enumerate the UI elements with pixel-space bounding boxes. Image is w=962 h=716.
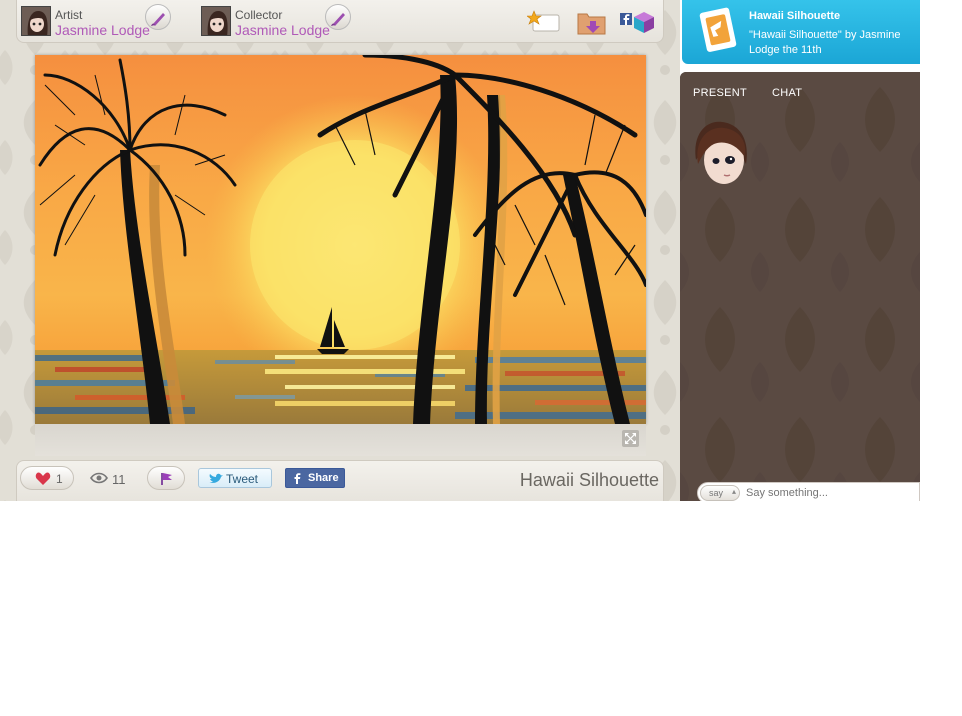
collector-name-link[interactable]: Jasmine Lodge [235, 22, 330, 38]
eye-icon [90, 472, 108, 484]
brush-icon [151, 13, 165, 26]
tweet-label: Tweet [226, 472, 259, 486]
flag-icon [161, 473, 172, 485]
say-mode-select[interactable]: say ▴ [700, 485, 740, 501]
chat-input-bar: say ▴ [697, 482, 920, 501]
artwork-title: Hawaii Silhouette [519, 470, 659, 490]
tweet-button[interactable]: Tweet [198, 468, 272, 488]
action-bar: 1 11 Tweet Share Hawaii Silhouette [16, 460, 664, 501]
brush-icon [331, 13, 345, 26]
collector-brush-button[interactable] [325, 4, 351, 30]
user-avatar[interactable] [690, 120, 750, 188]
right-panel: Hawaii Silhouette "Hawaii Silhouette" by… [680, 0, 920, 501]
artist-avatar[interactable] [21, 6, 51, 36]
favorite-icon [526, 10, 560, 32]
share-label: Share [308, 472, 339, 484]
chevron-up-icon: ▴ [732, 487, 737, 496]
like-count: 1 [56, 472, 63, 486]
facebook-share-button[interactable]: Share [285, 468, 345, 488]
artwork-image[interactable] [35, 55, 646, 424]
collector-avatar[interactable] [201, 6, 231, 36]
tab-present[interactable]: PRESENT [693, 87, 747, 99]
card-notification-icon [699, 7, 737, 52]
facebook-icon [294, 473, 301, 484]
chat-message-input[interactable] [746, 484, 916, 501]
heart-icon [35, 472, 51, 485]
twitter-bird-icon [209, 473, 223, 483]
download-button[interactable] [577, 10, 607, 41]
artist-brush-button[interactable] [145, 4, 171, 30]
flag-button[interactable] [147, 466, 185, 490]
tab-chat[interactable]: CHAT [772, 87, 802, 99]
say-mode-label: say [709, 488, 724, 498]
notification-title: Hawaii Silhouette [749, 10, 841, 22]
fullscreen-button[interactable] [622, 430, 639, 447]
app-window: Artist Jasmine Lodge Collector Jasmine L… [0, 0, 920, 501]
notification-banner[interactable]: Hawaii Silhouette "Hawaii Silhouette" by… [682, 0, 920, 64]
expand-icon [625, 433, 636, 444]
collector-role-label: Collector [235, 8, 283, 22]
like-button[interactable]: 1 [20, 466, 74, 490]
top-bar: Artist Jasmine Lodge Collector Jasmine L… [16, 0, 664, 43]
artwork-footer-strip [35, 424, 646, 456]
notification-text: "Hawaii Silhouette" by Jasmine Lodge the… [749, 29, 901, 56]
view-count: 11 [112, 472, 126, 487]
facebook-icon [620, 13, 632, 25]
gift-cube-icon [634, 12, 654, 33]
chat-panel: PRESENT CHAT say ▴ [680, 72, 920, 501]
artist-name-link[interactable]: Jasmine Lodge [55, 22, 150, 38]
favorite-button[interactable] [526, 10, 561, 39]
download-folder-icon [577, 13, 606, 35]
artist-role-label: Artist [55, 8, 83, 22]
